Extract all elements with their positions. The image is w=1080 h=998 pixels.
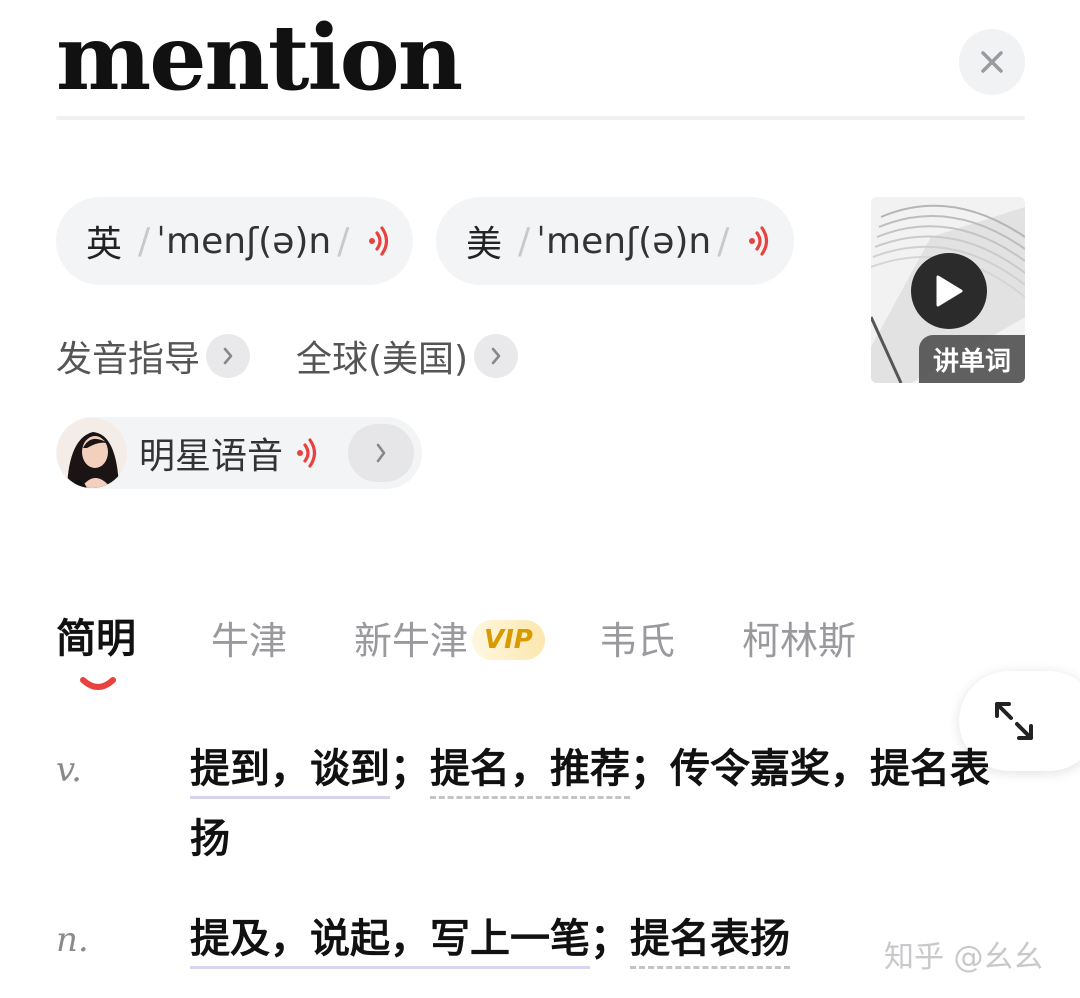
definition-sense[interactable]: 提名表扬 — [630, 916, 790, 969]
speaker-icon — [297, 438, 317, 468]
region-label-uk: 英 — [86, 224, 123, 265]
tab-collins[interactable]: 柯林斯 — [742, 610, 856, 665]
speaker-icon — [749, 226, 769, 256]
play-button[interactable] — [911, 253, 987, 329]
speaker-icon — [369, 226, 389, 256]
global-accent-label: 全球(美国) — [296, 339, 469, 380]
definition-sense[interactable]: 提及，说起，写上一笔 — [190, 916, 590, 969]
chevron-right-icon — [206, 334, 251, 378]
ipa-us: ˈmenʃ(ə)n — [536, 220, 712, 262]
tab-new-oxford[interactable]: 新牛津 VIP — [354, 610, 545, 665]
tab-label: 柯林斯 — [742, 619, 857, 663]
tab-label: 新牛津 — [354, 619, 469, 663]
chevron-right-icon — [348, 424, 414, 482]
definition-sense[interactable]: 提名，推荐 — [430, 746, 630, 799]
tab-label: 韦氏 — [599, 619, 676, 663]
region-label-us: 美 — [466, 224, 503, 265]
definition-verb: 提到，谈到；提名，推荐；传令嘉奖，提名表扬 — [190, 734, 990, 874]
pos-verb: v. — [56, 750, 82, 790]
slash: / — [518, 220, 531, 262]
play-icon — [936, 275, 963, 307]
tab-oxford[interactable]: 牛津 — [211, 610, 287, 665]
celebrity-avatar — [57, 418, 127, 488]
header-divider — [56, 116, 1025, 120]
pronunciation-us-button[interactable]: 美 / ˈmenʃ(ə)n / — [436, 197, 794, 285]
ipa-uk: ˈmenʃ(ə)n — [156, 220, 332, 262]
slash: / — [337, 220, 350, 262]
chevron-right-icon — [474, 334, 519, 378]
pronunciation-uk-button[interactable]: 英 / ˈmenʃ(ə)n / — [56, 197, 413, 285]
tab-webster[interactable]: 韦氏 — [599, 610, 675, 665]
separator: ； — [390, 746, 430, 792]
star-voice-label: 明星语音 — [139, 436, 284, 477]
definition-sense[interactable]: 提到，谈到 — [190, 746, 390, 799]
star-voice-button[interactable]: 明星语音 — [56, 417, 422, 489]
pronunciation-guide-link[interactable]: 发音指导 — [56, 330, 251, 382]
separator: ； — [630, 746, 670, 792]
active-tab-indicator — [80, 677, 116, 690]
close-button[interactable] — [959, 29, 1025, 95]
watermark: 知乎 @幺幺 — [884, 940, 1044, 975]
separator: ； — [590, 916, 630, 962]
definition-noun: 提及，说起，写上一笔；提名表扬 — [190, 904, 990, 974]
tab-jianming[interactable]: 简明 — [56, 606, 136, 664]
pos-noun: n. — [56, 920, 89, 960]
slash: / — [138, 220, 151, 262]
tab-label: 简明 — [56, 616, 136, 662]
tab-label: 牛津 — [211, 619, 288, 663]
headword: mention — [56, 5, 463, 111]
word-video-thumbnail[interactable]: 讲单词 — [871, 197, 1025, 383]
dictionary-tabs: 简明 牛津 新牛津 VIP 韦氏 柯林斯 — [56, 606, 956, 690]
video-label: 讲单词 — [919, 335, 1025, 383]
pronunciation-guide-label: 发音指导 — [56, 339, 201, 380]
global-accent-link[interactable]: 全球(美国) — [296, 330, 519, 382]
expand-arrows-icon — [995, 702, 1033, 740]
close-icon — [981, 51, 1003, 73]
slash: / — [717, 220, 730, 262]
vip-badge: VIP — [472, 620, 545, 660]
